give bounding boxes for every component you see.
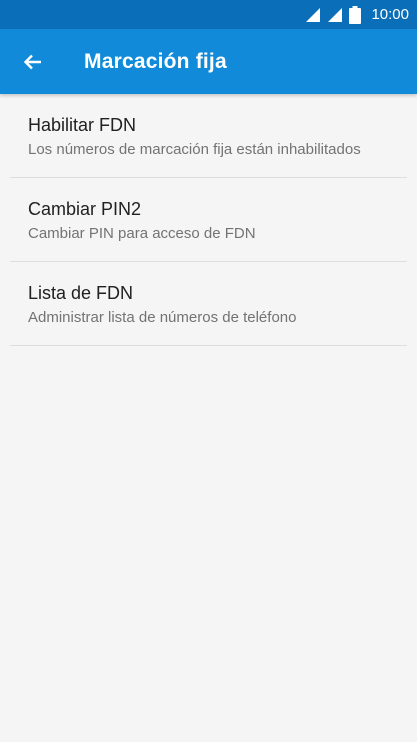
list-item-cambiar-pin2[interactable]: Cambiar PIN2 Cambiar PIN para acceso de … [0,178,417,262]
status-icons: 10:00 [305,0,409,29]
list-item-habilitar-fdn[interactable]: Habilitar FDN Los números de marcación f… [0,94,417,178]
list-item-title: Lista de FDN [28,283,134,303]
list-item-subtitle: Cambiar PIN para acceso de FDN [28,225,256,242]
list-item-lista-de-fdn[interactable]: Lista de FDN Administrar lista de número… [0,262,417,346]
list-item-title: Habilitar FDN [28,115,137,135]
settings-list: Habilitar FDN Los números de marcación f… [0,94,417,346]
app-bar: Marcación fija [0,29,417,94]
signal-icon [306,7,321,22]
battery-icon [349,5,362,24]
back-button[interactable] [14,43,52,81]
clock: 10:00 [371,6,409,23]
list-item-title: Cambiar PIN2 [28,199,142,219]
list-item-subtitle: Administrar lista de números de teléfono [28,309,297,326]
page-title: Marcación fija [84,50,227,73]
list-item-subtitle: Los números de marcación fija están inha… [28,141,361,158]
arrow-left-icon [23,54,41,70]
status-bar: 10:00 [0,0,417,29]
signal-icon [328,7,343,22]
